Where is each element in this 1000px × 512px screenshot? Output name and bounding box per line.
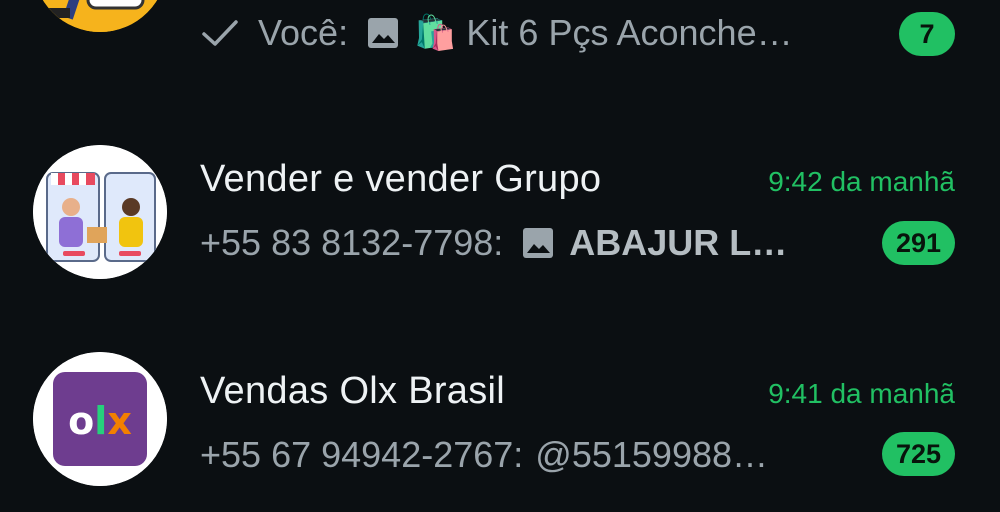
chat-preview: +55 67 94942-2767: @55159988… xyxy=(200,434,768,476)
single-check-icon xyxy=(202,20,238,46)
chat-preview: +55 83 8132-7798: ABAJUR L… xyxy=(200,222,787,264)
chat-preview: Você: 🛍️ Kit 6 Pçs Aconche… xyxy=(200,12,793,54)
avatar[interactable] xyxy=(33,0,167,32)
chat-title: Vender e vender Grupo xyxy=(200,158,602,200)
unread-badge: 291 xyxy=(881,221,955,265)
chat-avatar-illustration xyxy=(33,0,167,32)
chat-timestamp: 9:42 da manhã xyxy=(768,166,955,197)
preview-text: @55159988… xyxy=(535,434,769,475)
preview-sender: Você: xyxy=(258,12,349,53)
preview-sender: +55 67 94942-2767: xyxy=(200,434,524,475)
chat-item-vender-grupo[interactable]: Vender e vender Grupo 9:42 da manhã +55 … xyxy=(0,140,1000,300)
preview-text: Kit 6 Pçs Aconche… xyxy=(466,12,793,53)
chat-item-vendas-olx[interactable]: olx Vendas Olx Brasil 9:41 da manhã +55 … xyxy=(0,352,1000,512)
svg-text:olx: olx xyxy=(68,399,132,443)
unread-badge: 7 xyxy=(899,12,955,56)
avatar[interactable] xyxy=(33,145,167,279)
unread-badge: 725 xyxy=(881,432,955,476)
image-icon xyxy=(523,228,554,258)
chat-avatar-illustration xyxy=(33,145,167,279)
chat-title: Vendas Olx Brasil xyxy=(200,370,506,412)
shopping-bags-icon: 🛍️ xyxy=(414,14,457,52)
chat-timestamp: 9:41 da manhã xyxy=(768,378,955,409)
chat-item-kit[interactable]: Você: 🛍️ Kit 6 Pçs Aconche… 7 xyxy=(0,0,1000,60)
image-icon xyxy=(368,18,399,48)
preview-sender: +55 83 8132-7798: xyxy=(200,222,504,263)
preview-text: ABAJUR L… xyxy=(569,222,788,263)
avatar[interactable]: olx xyxy=(33,352,167,486)
olx-logo-icon: olx xyxy=(33,352,167,486)
